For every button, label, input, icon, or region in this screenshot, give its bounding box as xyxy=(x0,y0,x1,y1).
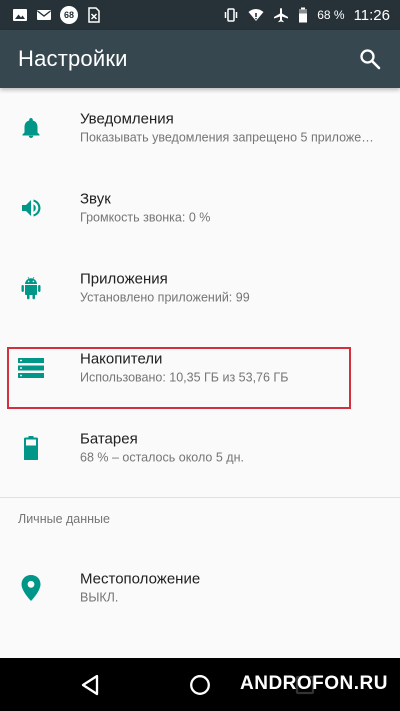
home-button[interactable] xyxy=(185,670,215,700)
setting-battery[interactable]: Батарея 68 % – осталось около 5 дн. xyxy=(0,408,400,488)
app-bar: Настройки xyxy=(0,30,400,88)
setting-storage-title: Накопители xyxy=(80,350,163,368)
page-title: Настройки xyxy=(18,46,128,71)
setting-notifications-title: Уведомления xyxy=(80,110,174,128)
wifi-icon xyxy=(248,7,264,23)
back-button[interactable] xyxy=(75,670,105,700)
android-icon xyxy=(18,275,44,301)
setting-storage-summary: Использовано: 10,35 ГБ из 53,76 ГБ xyxy=(80,370,289,385)
setting-sound-text: Звук Громкость звонка: 0 % xyxy=(80,190,380,227)
setting-notifications-text: Уведомления Показывать уведомления запре… xyxy=(80,110,380,147)
sim-icon xyxy=(86,7,102,23)
settings-list: Уведомления Показывать уведомления запре… xyxy=(0,88,400,658)
setting-battery-summary: 68 % – осталось около 5 дн. xyxy=(80,450,244,465)
setting-apps-title: Приложения xyxy=(80,270,168,288)
status-bar: 68 68 % 11:26 xyxy=(0,0,400,30)
photo-icon xyxy=(12,7,28,23)
setting-storage-text: Накопители Использовано: 10,35 ГБ из 53,… xyxy=(80,350,380,387)
watermark: ANDROFON.RU xyxy=(236,669,392,699)
mail-icon xyxy=(36,7,52,23)
battery-percent: 68 % xyxy=(317,8,345,22)
setting-apps-summary: Установлено приложений: 99 xyxy=(80,290,250,305)
setting-apps-text: Приложения Установлено приложений: 99 xyxy=(80,270,380,307)
navigation-bar: ANDROFON.RU xyxy=(0,658,400,711)
setting-battery-text: Батарея 68 % – осталось около 5 дн. xyxy=(80,430,380,467)
notification-badge-icon: 68 xyxy=(60,6,78,24)
clock: 11:26 xyxy=(353,6,390,24)
volume-icon xyxy=(18,195,44,221)
search-button[interactable] xyxy=(356,45,384,73)
home-icon xyxy=(189,674,211,696)
setting-sound-summary: Громкость звонка: 0 % xyxy=(80,210,211,225)
back-icon xyxy=(79,673,101,697)
setting-location[interactable]: Местоположение ВЫКЛ. xyxy=(0,548,400,628)
status-system: 68 % 11:26 xyxy=(223,7,390,24)
settings-screen: 68 68 % 11:26 Настройки Уведомления Пока… xyxy=(0,0,400,711)
search-icon xyxy=(359,48,381,70)
setting-location-title: Местоположение xyxy=(80,570,201,588)
section-divider xyxy=(0,497,400,498)
vibrate-icon xyxy=(223,7,239,23)
notification-badge-count: 68 xyxy=(63,10,74,20)
battery-status-icon xyxy=(298,7,308,23)
section-header-personal: Личные данные xyxy=(18,512,110,526)
status-notifications: 68 xyxy=(12,6,102,24)
location-pin-icon xyxy=(18,575,44,601)
setting-battery-title: Батарея xyxy=(80,430,138,448)
setting-sound-title: Звук xyxy=(80,190,111,208)
bell-icon xyxy=(18,115,44,141)
storage-icon xyxy=(18,355,44,381)
setting-storage[interactable]: Накопители Использовано: 10,35 ГБ из 53,… xyxy=(0,328,400,408)
airplane-icon xyxy=(273,7,289,23)
setting-sound[interactable]: Звук Громкость звонка: 0 % xyxy=(0,168,400,248)
battery-icon xyxy=(18,435,44,461)
setting-notifications[interactable]: Уведомления Показывать уведомления запре… xyxy=(0,88,400,168)
setting-location-summary: ВЫКЛ. xyxy=(80,590,119,605)
setting-notifications-summary: Показывать уведомления запрещено 5 прило… xyxy=(80,130,380,145)
setting-apps[interactable]: Приложения Установлено приложений: 99 xyxy=(0,248,400,328)
setting-location-text: Местоположение ВЫКЛ. xyxy=(80,570,380,607)
